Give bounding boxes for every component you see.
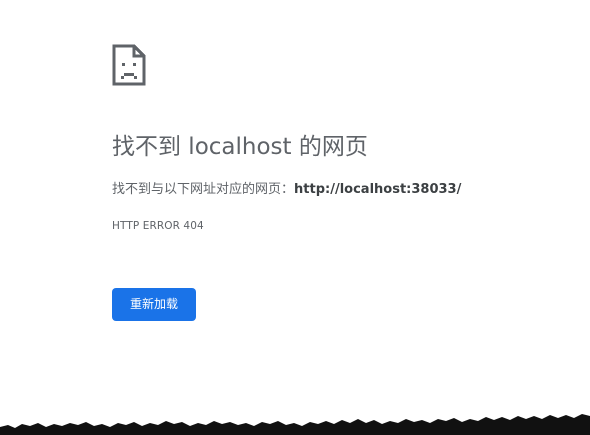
sad-page-icon <box>112 44 146 86</box>
error-code: HTTP ERROR 404 <box>112 220 204 232</box>
error-message-text: 找不到与以下网址对应的网页： <box>112 182 295 197</box>
error-page: 找不到 localhost 的网页 找不到与以下网址对应的网页：http://l… <box>0 0 590 435</box>
page-title: 找不到 localhost 的网页 <box>112 134 368 160</box>
error-message: 找不到与以下网址对应的网页：http://localhost:38033/ <box>112 180 461 200</box>
error-url: http://localhost:38033/ <box>294 182 462 197</box>
torn-edge <box>0 414 590 435</box>
reload-button[interactable]: 重新加载 <box>112 288 196 321</box>
